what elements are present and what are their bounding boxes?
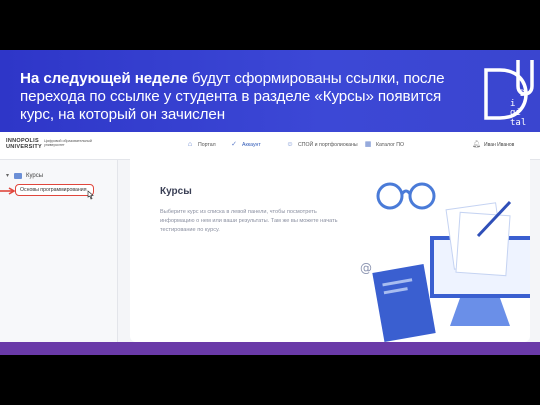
sidebar-section-courses[interactable]: ▾ Курсы	[6, 172, 43, 179]
slide-heading-bold: На следующей неделе	[20, 70, 188, 87]
digital-logo-text: D i gi tal	[510, 89, 527, 128]
user-name: Иван Иванов	[484, 142, 515, 148]
nav-label: Портал	[198, 142, 216, 148]
people-icon: ☺	[286, 141, 294, 148]
slide-heading: На следующей неделе будут сформированы с…	[20, 70, 460, 124]
folder-icon	[14, 172, 22, 179]
sidebar: ▾ Курсы Основы программирования	[0, 160, 118, 342]
university-line2: UNIVERSITY	[6, 144, 43, 150]
digital-logo: D i gi tal	[478, 56, 538, 128]
glasses-icon	[376, 182, 436, 210]
nav-portfolio[interactable]: ☺ СПОЙ и портфолиоканы	[286, 141, 358, 149]
sidebar-section-label: Курсы	[26, 172, 44, 179]
red-arrow-icon	[0, 187, 16, 195]
at-sign-icon: @	[360, 261, 372, 275]
university-logo[interactable]: INNOPOLIS UNIVERSITY	[6, 138, 43, 154]
logo-letter-4: tal	[510, 117, 527, 128]
chevron-down-icon: ▾	[6, 173, 10, 179]
slide: На следующей неделе будут сформированы с…	[0, 50, 540, 355]
bell-icon[interactable]: 🔔︎	[472, 140, 481, 148]
nav-catalog[interactable]: ▦ Каталог ПО	[364, 141, 404, 149]
book-icon	[372, 264, 436, 342]
nav-portal[interactable]: ⌂ Портал	[186, 141, 216, 149]
digital-logo-mark	[484, 60, 534, 120]
page-title: Курсы	[160, 186, 192, 197]
nav-label: Аккаунт	[242, 142, 261, 148]
courses-card: Курсы Выберите курс из списка в левой па…	[130, 150, 530, 342]
courses-description: Выберите курс из списка в левой панели, …	[160, 209, 338, 233]
nav-account[interactable]: ✓ Аккаунт	[230, 141, 261, 149]
courses-illustration: @	[360, 182, 530, 342]
university-subtitle: Цифровой образовательный университет	[44, 139, 92, 148]
sidebar-item-course[interactable]: Основы программирования	[15, 184, 94, 196]
nav-label: СПОЙ и портфолиоканы	[298, 142, 358, 148]
bottom-bar	[0, 342, 540, 355]
grid-icon: ▦	[364, 141, 372, 148]
header-band: На следующей неделе будут сформированы с…	[0, 50, 540, 132]
check-icon: ✓	[231, 141, 237, 148]
nav-label: Каталог ПО	[376, 142, 405, 148]
user-menu[interactable]: Иван Иванов	[484, 142, 514, 148]
lms-screenshot: INNOPOLIS UNIVERSITY Цифровой образовате…	[0, 132, 540, 342]
hand-cursor-icon	[87, 190, 94, 200]
home-icon: ⌂	[187, 141, 193, 148]
